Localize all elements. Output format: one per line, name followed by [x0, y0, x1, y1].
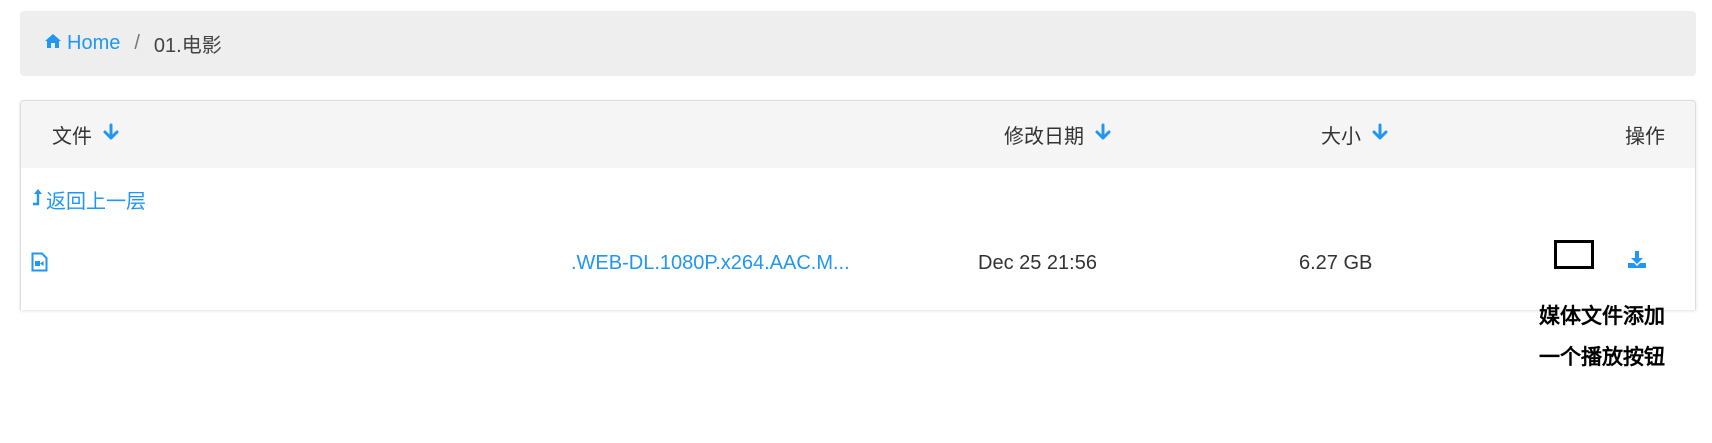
breadcrumb-home-label: Home [67, 32, 121, 54]
sort-by-date[interactable]: 修改日期 [1004, 101, 1112, 168]
file-size: 6.27 GB [1299, 252, 1373, 274]
arrow-down-icon [92, 123, 120, 147]
column-header-ops: 操作 [1625, 101, 1665, 168]
column-header-date: 修改日期 [1004, 126, 1084, 148]
column-header-file: 文件 [52, 126, 92, 148]
play-button[interactable] [1554, 240, 1594, 269]
arrow-down-icon [1084, 123, 1112, 147]
breadcrumb-separator: / [134, 32, 140, 54]
sort-by-file[interactable]: 文件 [52, 101, 120, 168]
column-header-ops-label: 操作 [1625, 126, 1665, 148]
file-name-link[interactable]: .WEB-DL.1080P.x264.AAC.M... [571, 252, 850, 275]
file-table: 文件 修改日期 大小 操作 [20, 100, 1696, 310]
sort-by-size[interactable]: 大小 [1321, 101, 1389, 168]
level-up-icon [31, 188, 46, 212]
home-icon [44, 32, 67, 55]
arrow-down-icon [1361, 123, 1389, 147]
download-icon[interactable] [1627, 251, 1647, 274]
back-link-label: 返回上一层 [46, 191, 146, 213]
file-date: Dec 25 21:56 [978, 252, 1097, 274]
breadcrumb-home-link[interactable]: Home [44, 32, 120, 55]
breadcrumb: Home / 01.电影 [20, 11, 1696, 76]
back-link[interactable]: 返回上一层 [31, 185, 146, 214]
annotation-note: 媒体文件添加 一个播放按钮 [1445, 296, 1665, 378]
column-header-size: 大小 [1321, 126, 1361, 148]
video-file-icon[interactable] [31, 252, 48, 277]
breadcrumb-current: 01.电影 [153, 35, 222, 57]
table-header: 文件 修改日期 大小 操作 [21, 101, 1695, 168]
annotation-line-1: 媒体文件添加 [1539, 304, 1665, 328]
annotation-line-2: 一个播放按钮 [1539, 345, 1665, 369]
